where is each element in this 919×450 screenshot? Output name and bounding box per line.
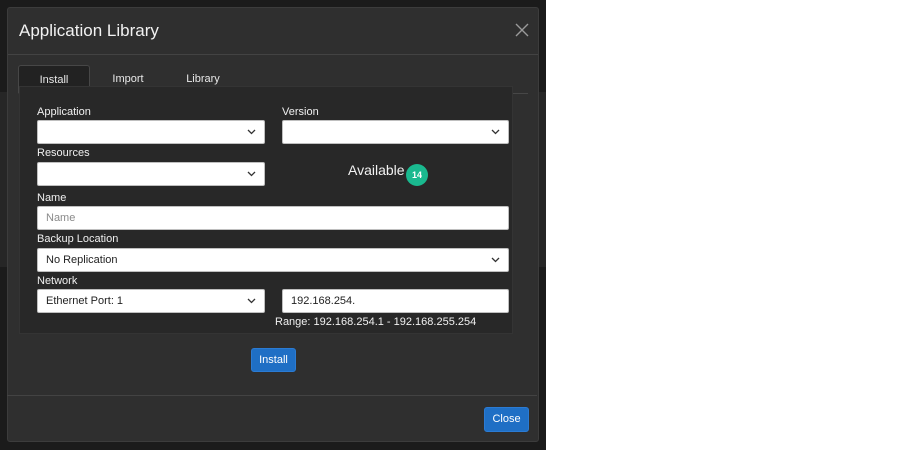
chevron-down-icon <box>247 129 256 135</box>
footer-divider <box>7 395 537 396</box>
resources-label: Resources <box>37 147 90 159</box>
chevron-down-icon <box>247 171 256 177</box>
version-label: Version <box>282 106 319 118</box>
modal-title: Application Library <box>19 21 159 40</box>
version-select[interactable] <box>282 120 509 144</box>
chevron-down-icon <box>247 298 256 304</box>
network-label: Network <box>37 275 78 287</box>
close-icon[interactable] <box>513 21 531 39</box>
backup-location-select[interactable]: No Replication <box>37 248 509 272</box>
network-port-select[interactable]: Ethernet Port: 1 <box>37 289 265 313</box>
name-input[interactable] <box>37 206 509 230</box>
available-label: Available <box>348 162 405 178</box>
ip-address-input[interactable] <box>282 289 509 313</box>
network-port-value: Ethernet Port: 1 <box>46 295 124 307</box>
application-label: Application <box>37 106 91 118</box>
name-label: Name <box>37 192 67 204</box>
application-select[interactable] <box>37 120 265 144</box>
ip-range-hint: Range: 192.168.254.1 - 192.168.255.254 <box>275 316 477 328</box>
modal-header: Application Library <box>8 8 538 55</box>
available-count-badge: 14 <box>406 164 428 186</box>
backup-location-label: Backup Location <box>37 233 119 245</box>
close-button[interactable]: Close <box>484 407 529 432</box>
resources-select[interactable] <box>37 162 265 186</box>
chevron-down-icon <box>491 257 500 263</box>
install-button[interactable]: Install <box>251 348 296 372</box>
chevron-down-icon <box>491 129 500 135</box>
backup-location-value: No Replication <box>46 254 118 266</box>
